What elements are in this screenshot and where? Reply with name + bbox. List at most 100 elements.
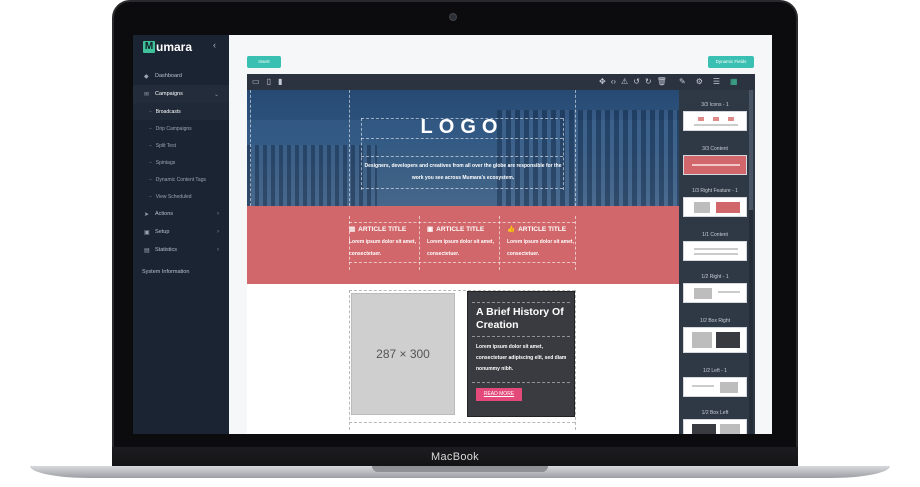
sidebar-item-campaigns[interactable]: ✉ Campaigns ⌄ <box>133 85 229 103</box>
block-thumbnail <box>683 155 747 175</box>
article-text: Lorem ipsum dolor sit amet, consectetuer… <box>349 239 416 257</box>
undo-icon[interactable]: ↺ <box>633 77 640 86</box>
feature-section[interactable]: 287 × 300 A Brief History Of Creation Lo… <box>247 284 679 434</box>
block-label: 1/2 Right - 1 <box>701 274 729 280</box>
newspaper-icon: ▤ <box>349 226 356 233</box>
logo-text: LOGO <box>420 116 504 138</box>
sidebar-subitem-label: Drip Campaigns <box>155 125 192 132</box>
chevron-right-icon: › <box>217 229 219 235</box>
sidebar-subitem-drip-campaigns[interactable]: – Drip Campaigns <box>133 120 229 137</box>
block-item[interactable]: 1/2 Left - 1 <box>683 366 747 397</box>
sidebar-subitem-label: Split Test <box>155 142 176 149</box>
sidebar-subitem-view-scheduled[interactable]: – View Scheduled <box>133 188 229 205</box>
gear-icon[interactable]: ⚙ <box>696 77 703 86</box>
chevron-right-icon: › <box>217 211 219 217</box>
chevron-down-icon: ⌄ <box>213 91 219 98</box>
sidebar-item-label: Setup <box>155 229 170 235</box>
print-icon: ▣ <box>427 226 434 233</box>
chevron-left-icon[interactable]: ‹ <box>213 40 216 50</box>
screen: M umara ‹ ◆ Dashboard ✉ Campaigns ⌄ – Bro… <box>133 35 772 434</box>
webcam <box>449 13 457 21</box>
block-label: 3/3 Content <box>702 146 728 152</box>
app-name: umara <box>156 40 193 54</box>
article-column[interactable]: ▣ ARTICLE TITLE Lorem ipsum dolor sit ame… <box>427 224 497 260</box>
article-title: ARTICLE TITLE <box>518 225 567 233</box>
block-thumbnail <box>683 377 747 397</box>
article-title: ARTICLE TITLE <box>358 225 407 233</box>
redo-icon[interactable]: ↻ <box>645 77 652 86</box>
sidebar: M umara ‹ ◆ Dashboard ✉ Campaigns ⌄ – Bro… <box>133 35 229 434</box>
feature-card[interactable]: A Brief History Of Creation Lorem ipsum … <box>467 291 575 417</box>
layers-icon[interactable]: ☰ <box>713 77 720 86</box>
blocks-panel: 3/3 Icons - 1 3/3 Content 1/3 Right Feat… <box>679 90 755 434</box>
desktop-icon[interactable]: ▭ <box>252 77 260 86</box>
dynamic-fields-button[interactable]: Dynamic Fields <box>708 56 754 68</box>
dashboard-icon: ◆ <box>144 73 149 80</box>
device-brand: MacBook <box>431 451 479 463</box>
block-item[interactable]: 1/3 Right Feature - 1 <box>683 186 747 217</box>
chevron-right-icon: › <box>217 247 219 253</box>
campaign-icon: ✉ <box>144 91 150 98</box>
sidebar-item-label: Statistics <box>155 247 178 253</box>
sidebar-nav: ◆ Dashboard ✉ Campaigns ⌄ – Broadcasts – D… <box>133 67 229 283</box>
sidebar-subitem-split-test[interactable]: – Split Test <box>133 137 229 154</box>
main-area: Insert Dynamic Fields ▭ ▯ ▮ ✥ ‹› ⚠ ↺ ↻ 🗑 <box>229 35 772 434</box>
code-icon[interactable]: ‹› <box>611 77 616 86</box>
brush-icon[interactable]: ✎ <box>679 77 686 86</box>
email-editor: ▭ ▯ ▮ ✥ ‹› ⚠ ↺ ↻ 🗑 ✎ ⚙ ☰ ▦ LOGO Designer… <box>247 74 755 434</box>
sidebar-item-label: Campaigns <box>155 91 183 97</box>
panel-tabs-group: ✎ ⚙ ☰ ▦ <box>679 77 738 86</box>
sidebar-subitem-label: Spintags <box>155 159 176 166</box>
block-label: 3/3 Icons - 1 <box>701 102 729 108</box>
tablet-icon[interactable]: ▯ <box>267 77 271 86</box>
sidebar-subitem-broadcasts[interactable]: – Broadcasts <box>133 103 229 120</box>
trash-icon[interactable]: 🗑 <box>657 77 667 86</box>
sidebar-item-system-information[interactable]: System Information <box>133 261 229 283</box>
hero-section[interactable]: LOGO Designers, developers and creatives… <box>247 90 679 206</box>
block-thumbnail <box>683 111 747 131</box>
sidebar-item-statistics[interactable]: ▤ Statistics › <box>133 241 229 259</box>
block-item[interactable]: 3/3 Content <box>683 144 747 175</box>
device-preview-group: ▭ ▯ ▮ <box>252 77 282 86</box>
logo-mark: M <box>143 41 155 53</box>
article-text: Lorem ipsum dolor sit amet, consectetuer… <box>427 239 494 257</box>
image-placeholder[interactable]: 287 × 300 <box>351 293 455 415</box>
statistics-icon: ▤ <box>144 247 150 254</box>
editor-toolbar: ▭ ▯ ▮ ✥ ‹› ⚠ ↺ ↻ 🗑 ✎ ⚙ ☰ ▦ <box>247 74 755 90</box>
sidebar-item-setup[interactable]: ▣ Setup › <box>133 223 229 241</box>
editor-actions-group: ✥ ‹› ⚠ ↺ ↻ 🗑 <box>599 77 667 86</box>
read-more-button[interactable]: READ MORE <box>476 388 522 401</box>
article-title: ARTICLE TITLE <box>436 225 485 233</box>
block-thumbnail <box>683 419 747 434</box>
sidebar-subitem-spintags[interactable]: – Spintags <box>133 154 229 171</box>
move-icon[interactable]: ✥ <box>599 77 606 86</box>
laptop-notch <box>372 466 548 472</box>
warning-icon[interactable]: ⚠ <box>621 77 628 86</box>
block-item[interactable]: 3/3 Icons - 1 <box>683 100 747 131</box>
block-thumbnail <box>683 283 747 303</box>
article-column[interactable]: ▤ ARTICLE TITLE Lorem ipsum dolor sit ame… <box>349 224 419 260</box>
sidebar-subitem-label: Dynamic Content Tags <box>155 176 206 183</box>
block-label: 1/2 Left - 1 <box>703 368 727 374</box>
mobile-icon[interactable]: ▮ <box>278 77 282 86</box>
thumbs-up-icon: 👍 <box>507 226 516 233</box>
article-text: Lorem ipsum dolor sit amet, consectetuer… <box>507 239 574 257</box>
block-thumbnail <box>683 241 747 261</box>
sidebar-item-dashboard[interactable]: ◆ Dashboard <box>133 67 229 85</box>
sidebar-item-actions[interactable]: ➤ Actions › <box>133 205 229 223</box>
block-thumbnail <box>683 327 747 353</box>
app-logo[interactable]: M umara <box>143 39 192 55</box>
email-canvas: LOGO Designers, developers and creatives… <box>247 90 679 434</box>
block-item[interactable]: 1/2 Box Right <box>683 316 747 353</box>
insert-button[interactable]: Insert <box>247 56 281 68</box>
sidebar-subitem-dynamic-content-tags[interactable]: – Dynamic Content Tags <box>133 171 229 188</box>
blocks-scroll-thumb[interactable] <box>749 90 753 210</box>
block-item[interactable]: 1/1 Content <box>683 230 747 261</box>
block-item[interactable]: 1/2 Box Left <box>683 408 747 434</box>
article-column[interactable]: 👍 ARTICLE TITLE Lorem ipsum dolor sit ame… <box>507 224 577 260</box>
blocks-grid-icon[interactable]: ▦ <box>730 77 738 86</box>
block-label: 1/2 Box Right <box>699 318 731 324</box>
block-item[interactable]: 1/2 Right - 1 <box>683 272 747 303</box>
sidebar-item-label: Dashboard <box>155 73 182 79</box>
hero-description: Designers, developers and creatives from… <box>364 163 562 181</box>
